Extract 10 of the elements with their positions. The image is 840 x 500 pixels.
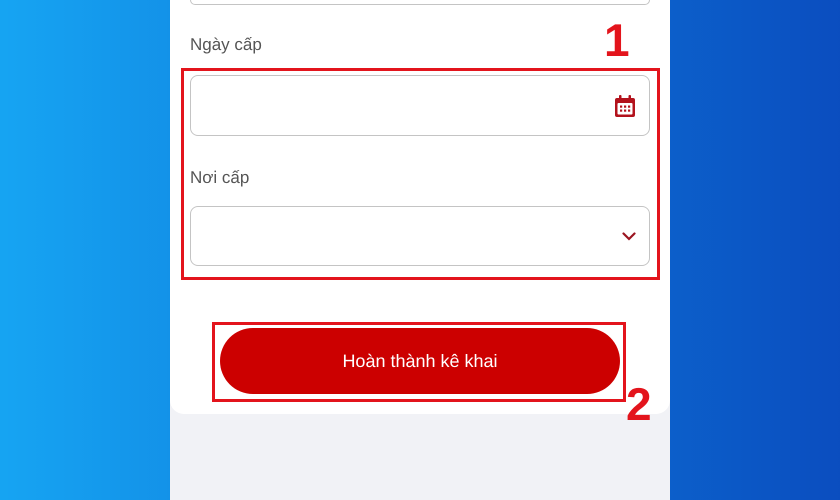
field-label: Nơi cấp [190, 168, 250, 188]
chevron-down-icon [622, 232, 636, 240]
field-label: Ngày cấp [190, 35, 262, 55]
step-number: 1 [604, 14, 630, 66]
calendar-icon [614, 94, 636, 118]
input-field[interactable] [190, 0, 650, 5]
step-number: 2 [626, 378, 652, 430]
submit-button[interactable]: Hoàn thành kê khai [220, 328, 620, 394]
date-field[interactable] [190, 75, 650, 136]
select-field[interactable] [190, 206, 650, 266]
